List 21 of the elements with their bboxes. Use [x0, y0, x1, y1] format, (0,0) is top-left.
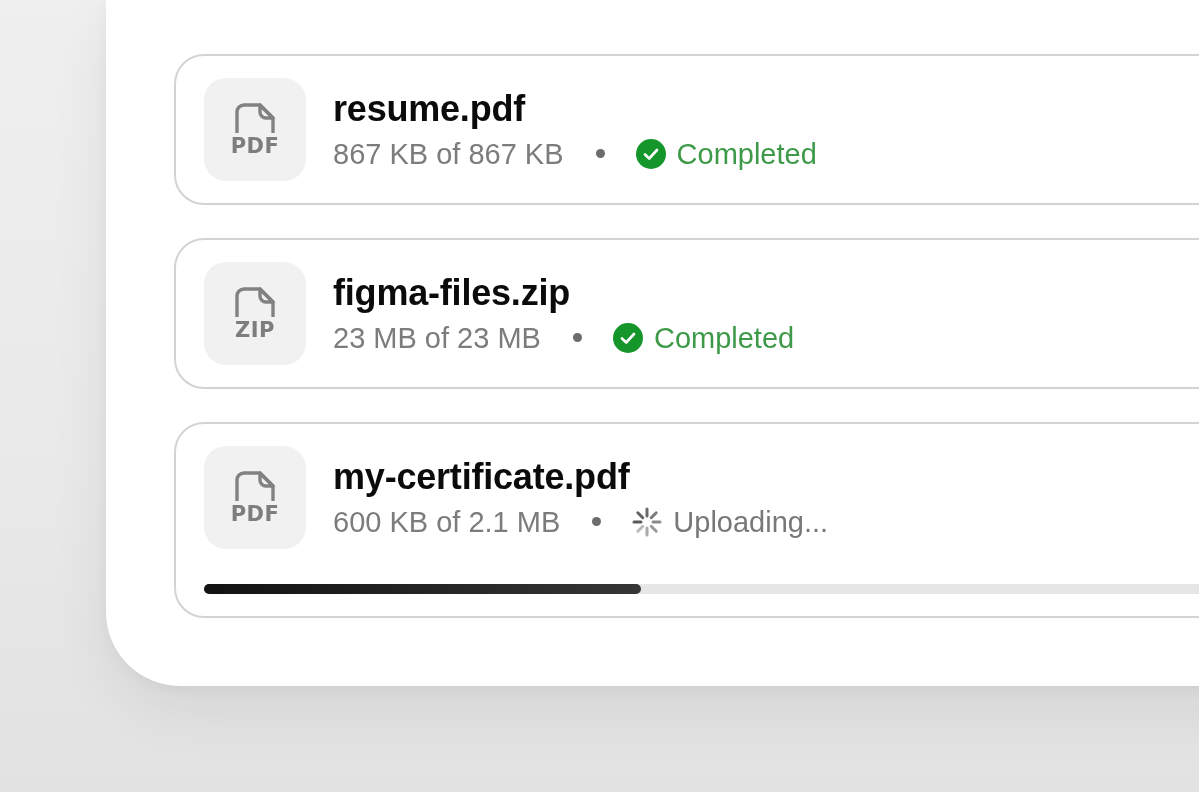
file-size-text: 867 KB of 867 KB: [333, 136, 564, 172]
check-circle-icon: [635, 138, 666, 169]
status-text: Completed: [653, 320, 795, 356]
file-icon: [235, 103, 275, 133]
file-name: figma-files.zip: [333, 271, 572, 314]
file-type-label: ZIP: [235, 320, 275, 340]
status-text: Completed: [676, 136, 817, 172]
status-text: Uploading...: [673, 504, 829, 540]
file-name: my-certificate.pdf: [333, 455, 631, 498]
separator-dot-icon: [592, 517, 602, 526]
file-icon: [235, 287, 275, 317]
file-size-text: 600 KB of 2.1 MB: [333, 504, 561, 540]
file-icon: [235, 471, 275, 501]
file-name: resume.pdf: [333, 87, 527, 130]
spinner-icon: [632, 506, 663, 537]
separator-dot-icon: [595, 149, 605, 158]
file-type-label: PDF: [230, 136, 280, 156]
file-size-text: 23 MB of 23 MB: [333, 320, 541, 356]
check-circle-icon: [612, 322, 643, 353]
separator-dot-icon: [572, 333, 582, 342]
file-type-label: PDF: [230, 504, 280, 524]
